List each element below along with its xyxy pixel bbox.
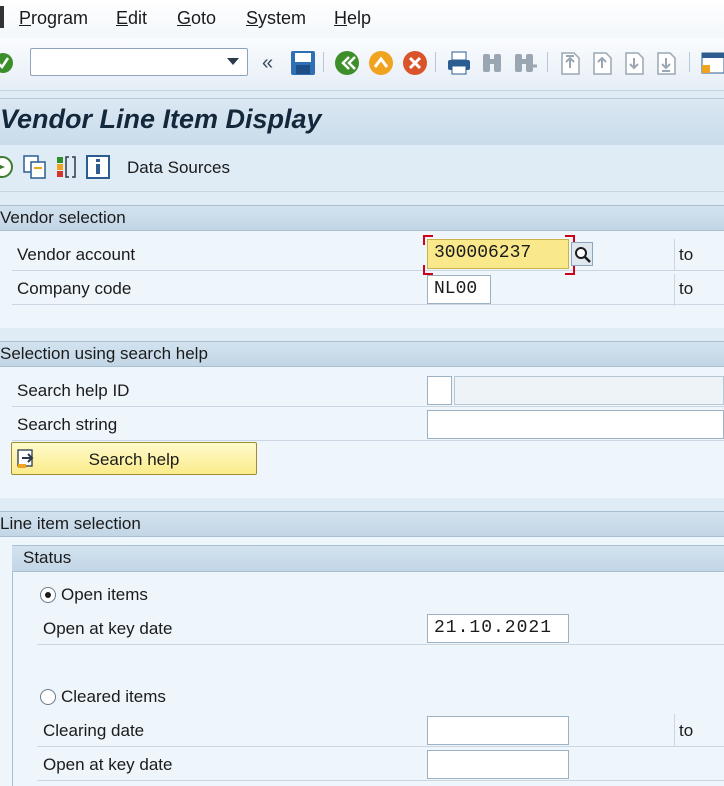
toolbar-separator <box>323 52 324 72</box>
open-items-radio[interactable] <box>40 587 56 603</box>
last-page-icon[interactable] <box>653 50 679 81</box>
search-string-label: Search string <box>17 415 118 434</box>
menu-system[interactable]: System <box>246 8 306 29</box>
back-icon[interactable] <box>334 50 360 81</box>
cleared-items-radio[interactable] <box>40 689 56 705</box>
row-divider <box>37 746 724 747</box>
row-divider <box>12 440 724 441</box>
menu-system-label: ystem <box>258 8 307 28</box>
menu-program-label: rogram <box>31 8 89 28</box>
magnifier-icon <box>575 247 591 263</box>
dynamic-selections-icon[interactable] <box>55 154 77 185</box>
search-help-button[interactable]: Search help <box>11 442 257 475</box>
row-divider <box>37 644 724 645</box>
search-help-id-input[interactable] <box>427 376 452 405</box>
search-help-id-description <box>454 376 724 405</box>
row-divider <box>12 270 724 271</box>
menu-edit[interactable]: Edit <box>116 8 147 29</box>
window-icon[interactable] <box>0 6 4 28</box>
open-at-key-date-label: Open at key date <box>43 619 173 638</box>
open-at-key-date-input[interactable]: 21.10.2021 <box>427 614 569 643</box>
clearing-date-input[interactable] <box>427 716 569 745</box>
enter-check-icon[interactable] <box>0 52 16 79</box>
status-group <box>12 545 724 786</box>
row-divider <box>12 406 724 407</box>
cancel-icon[interactable] <box>402 50 428 81</box>
search-help-id-label: Search help ID <box>17 381 130 400</box>
row-divider <box>12 304 724 305</box>
menu-program-mnemonic: P <box>19 8 32 28</box>
menu-bar: Program Edit Goto System Help <box>0 0 724 38</box>
vendor-account-input[interactable]: 300006237 <box>427 239 569 269</box>
open-items-label: Open items <box>61 585 148 604</box>
search-help-title: Selection using search help <box>0 344 208 363</box>
menu-goto-label: oto <box>191 8 217 28</box>
menu-help-mnemonic: H <box>334 8 347 28</box>
menu-goto[interactable]: Goto <box>177 8 216 29</box>
vendor-selection-title: Vendor selection <box>0 208 126 227</box>
column-divider <box>674 274 675 306</box>
save-icon[interactable] <box>290 50 316 81</box>
row-divider <box>37 780 724 781</box>
menu-help[interactable]: Help <box>334 8 371 29</box>
vendor-account-label: Vendor account <box>17 245 136 264</box>
menu-system-mnemonic: S <box>246 8 259 28</box>
data-sources-button[interactable]: Data Sources <box>127 158 230 178</box>
value-help-button[interactable] <box>571 242 593 266</box>
menu-program[interactable]: Program <box>19 8 88 29</box>
find-icon[interactable] <box>480 50 504 81</box>
menu-edit-mnemonic: E <box>116 8 129 28</box>
previous-page-icon[interactable] <box>589 50 615 81</box>
toolbar-separator <box>547 52 548 72</box>
menu-goto-mnemonic: G <box>177 8 192 28</box>
find-next-icon[interactable] <box>512 50 538 81</box>
get-variant-icon[interactable] <box>22 154 48 185</box>
clearing-date-to-label: to <box>679 721 694 740</box>
column-divider <box>674 239 675 271</box>
company-code-input[interactable]: NL00 <box>427 275 491 304</box>
vendor-account-to-label: to <box>679 245 694 264</box>
menu-help-label: elp <box>347 8 372 28</box>
status-title: Status <box>23 548 72 567</box>
first-page-icon[interactable] <box>557 50 583 81</box>
collapse-icon[interactable]: « <box>262 52 273 75</box>
status-header <box>12 545 724 572</box>
column-divider <box>674 714 675 746</box>
search-string-input[interactable] <box>427 410 724 439</box>
line-item-selection-title: Line item selection <box>0 514 141 533</box>
info-icon[interactable] <box>86 154 110 185</box>
cleared-items-label: Cleared items <box>61 687 166 706</box>
company-code-label: Company code <box>17 279 132 298</box>
company-code-to-label: to <box>679 279 694 298</box>
layout-icon[interactable] <box>700 50 724 81</box>
page-title: Vendor Line Item Display <box>0 104 322 134</box>
search-help-button-label: Search help <box>88 450 180 469</box>
cleared-open-at-key-date-label: Open at key date <box>43 755 173 774</box>
exit-icon[interactable] <box>368 50 394 81</box>
execute-icon[interactable] <box>0 156 14 183</box>
toolbar-separator <box>689 52 690 72</box>
next-page-icon[interactable] <box>621 50 647 81</box>
print-icon[interactable] <box>446 50 472 81</box>
cleared-open-at-key-date-input[interactable] <box>427 750 569 779</box>
toolbar-separator <box>435 52 436 72</box>
command-field[interactable] <box>30 48 248 76</box>
clearing-date-label: Clearing date <box>43 721 145 740</box>
command-dropdown-icon[interactable] <box>227 58 239 66</box>
menu-edit-label: dit <box>128 8 148 28</box>
